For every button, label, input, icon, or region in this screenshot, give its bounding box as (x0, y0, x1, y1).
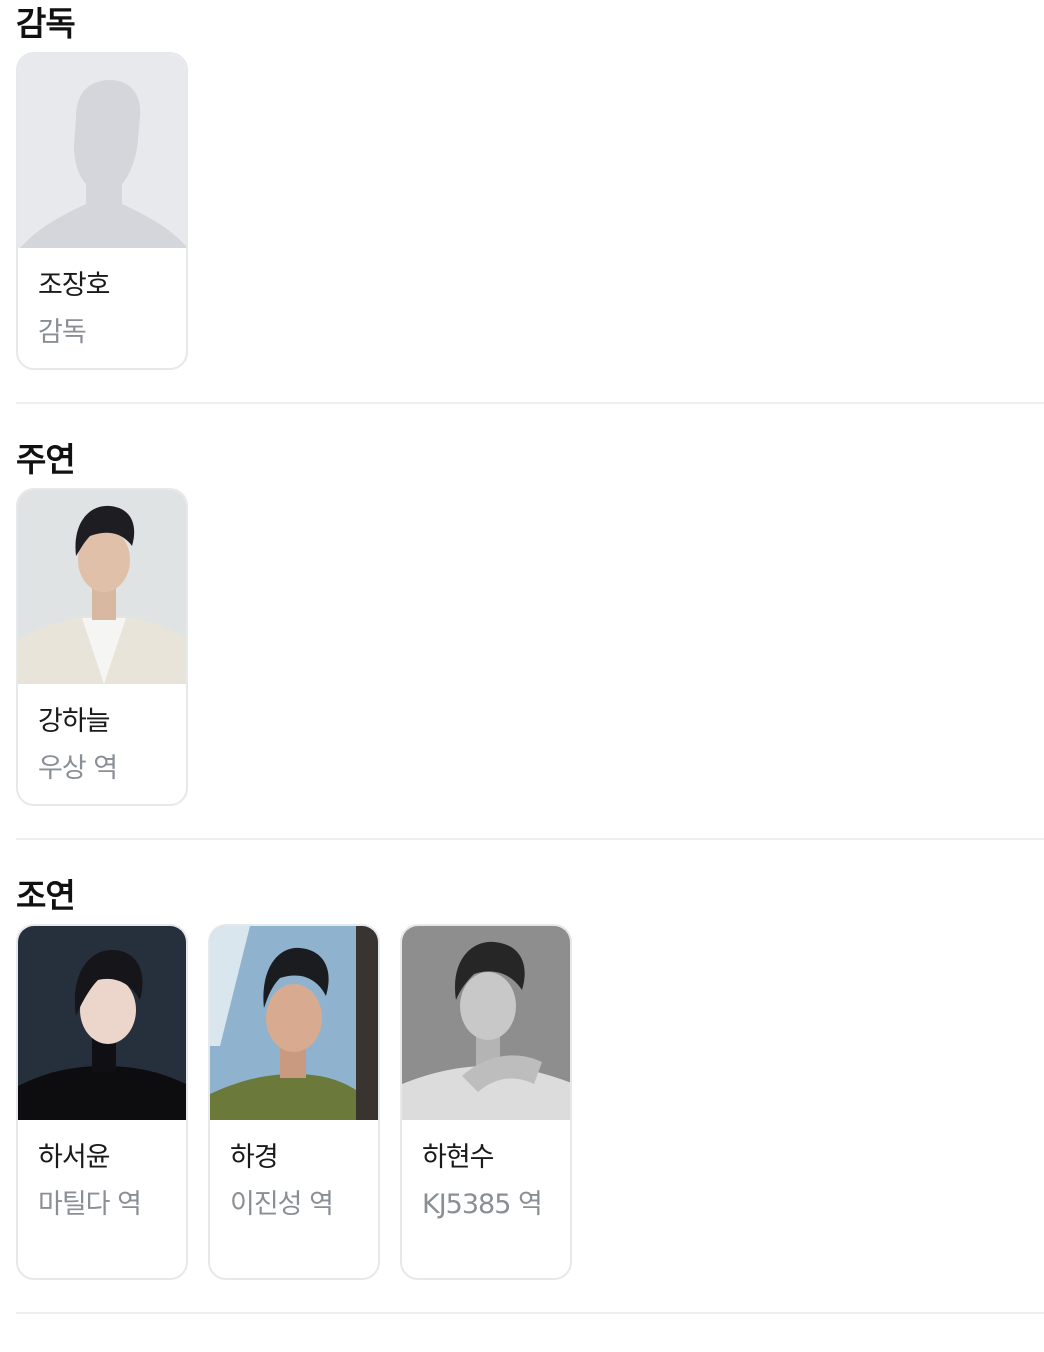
section-divider (16, 1312, 1044, 1314)
section-divider (16, 402, 1044, 404)
person-role: 우상 역 (38, 753, 118, 784)
person-name: 하서윤 (38, 1142, 111, 1173)
person-role: 마틸다 역 (38, 1189, 142, 1220)
person-card[interactable]: 강하늘 우상 역 (16, 488, 188, 806)
section-divider (16, 838, 1044, 840)
person-role: KJ5385 역 (422, 1189, 543, 1220)
person-name: 하경 (230, 1142, 279, 1173)
person-card[interactable]: 하서윤 마틸다 역 (16, 924, 188, 1280)
person-card[interactable]: 조장호 감독 (16, 52, 188, 370)
section-title: 조연 (16, 876, 76, 915)
section-title: 감독 (16, 4, 76, 43)
person-name: 하현수 (422, 1142, 495, 1173)
person-card[interactable]: 하경 이진성 역 (208, 924, 380, 1280)
placeholder-person-icon (18, 54, 186, 248)
section-title: 주연 (16, 440, 76, 479)
person-card[interactable]: 하현수 KJ5385 역 (400, 924, 572, 1280)
person-role: 이진성 역 (230, 1189, 334, 1220)
actor-photo (18, 926, 186, 1120)
section-lead: 주연 강하늘 우상 역 (16, 440, 1044, 810)
actor-photo (402, 926, 570, 1120)
section-director: 감독 조장호 감독 (16, 4, 1044, 374)
person-role: 감독 (38, 317, 87, 348)
section-supporting: 조연 하서윤 마틸다 역 하경 이진성 역 하현수 KJ5385 역 (16, 876, 1044, 1286)
person-name: 강하늘 (38, 706, 111, 737)
actor-photo (210, 926, 378, 1120)
actor-photo (18, 490, 186, 684)
person-name: 조장호 (38, 270, 111, 301)
